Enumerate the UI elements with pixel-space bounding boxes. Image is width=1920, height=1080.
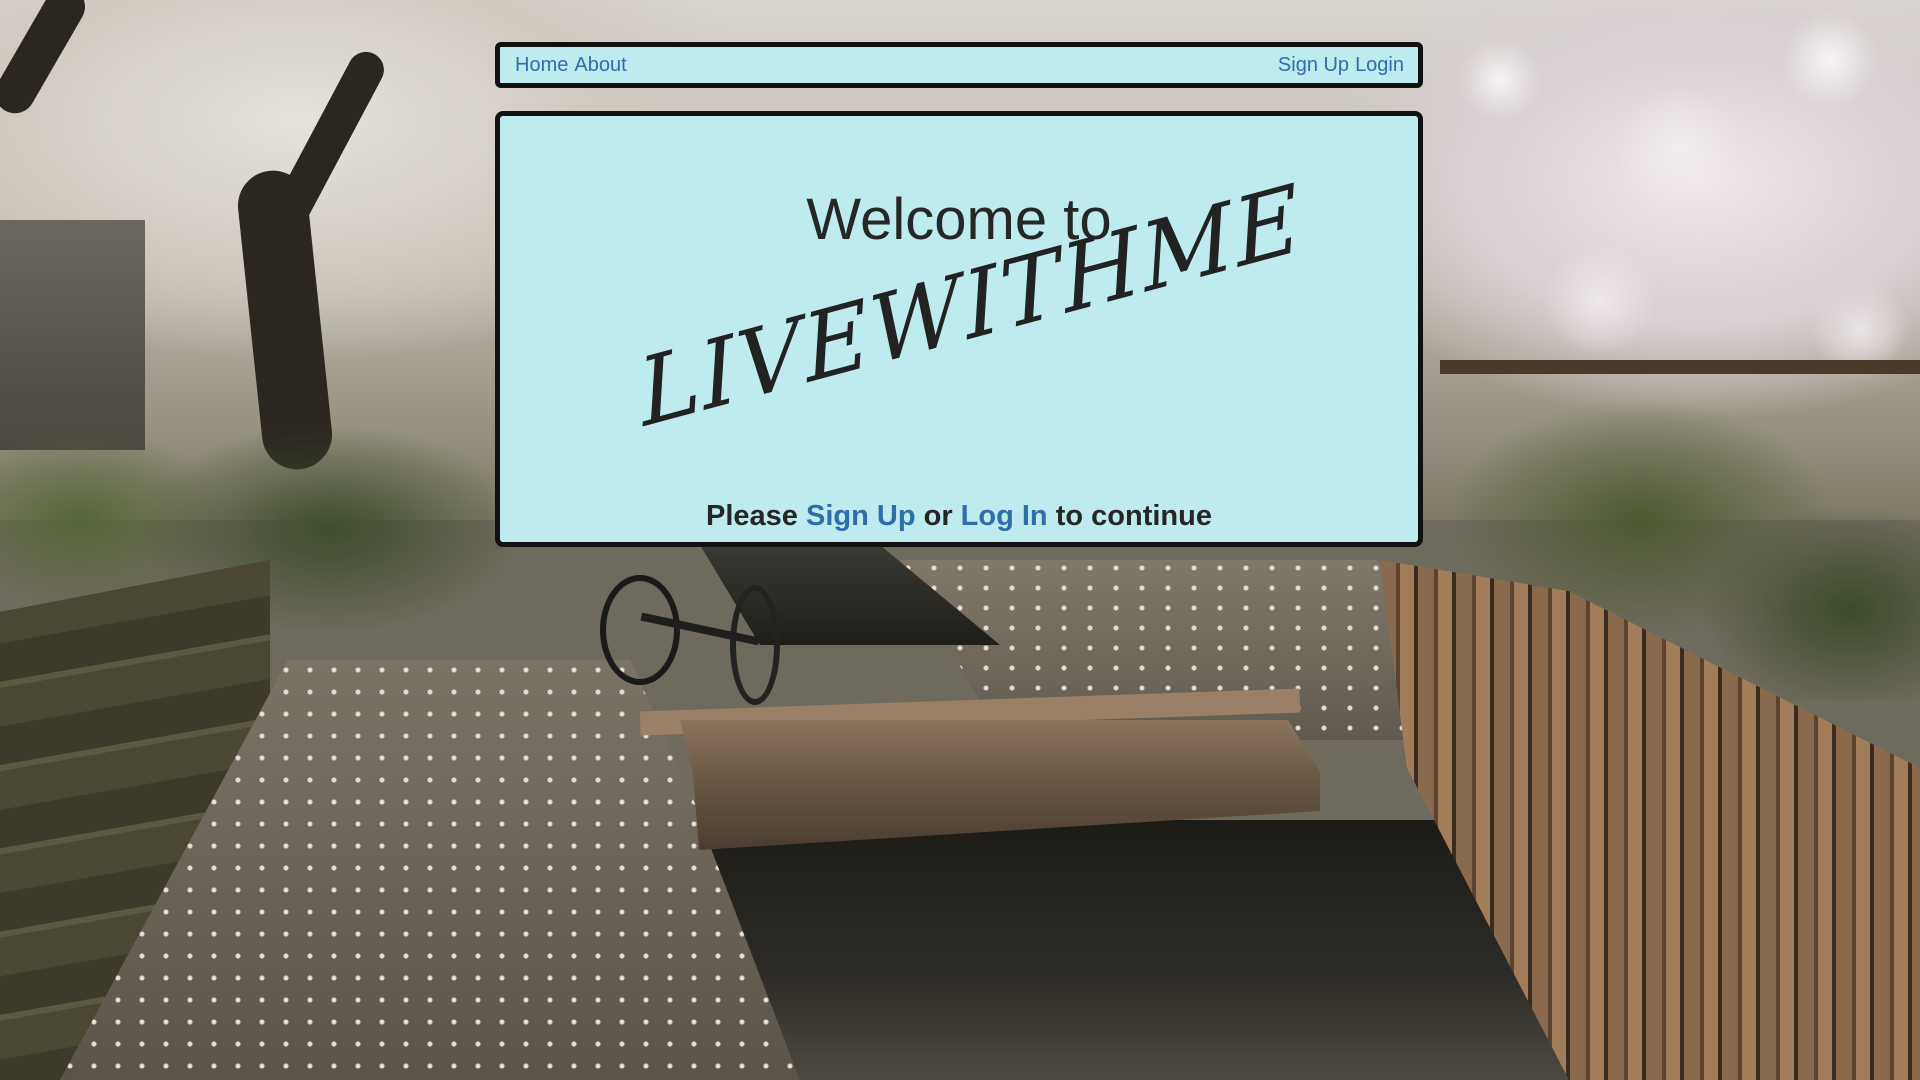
cta-suffix: to continue: [1055, 500, 1212, 532]
welcome-panel: Welcome to LIVEWITHME Please Sign Up or …: [495, 111, 1423, 547]
cta-prefix: Please: [706, 500, 798, 532]
nav-left-group: Home About: [515, 54, 627, 77]
bicycle-wheel: [600, 575, 680, 685]
nav-right-group: Sign Up Login: [1278, 54, 1404, 77]
cta-signup-link[interactable]: Sign Up: [806, 500, 916, 532]
wooden-rail: [1440, 360, 1920, 374]
cta-middle: or: [923, 500, 953, 532]
nav-home-link[interactable]: Home: [515, 54, 568, 77]
nav-signup-link[interactable]: Sign Up: [1278, 54, 1349, 77]
cta-login-link[interactable]: Log In: [961, 500, 1048, 532]
bicycle-wheel: [730, 585, 780, 705]
nav-login-link[interactable]: Login: [1355, 54, 1404, 77]
continue-prompt: Please Sign Up or Log In to continue: [500, 500, 1418, 533]
nav-about-link[interactable]: About: [574, 54, 626, 77]
top-navbar: Home About Sign Up Login: [495, 42, 1423, 88]
bicycle: [600, 555, 780, 715]
